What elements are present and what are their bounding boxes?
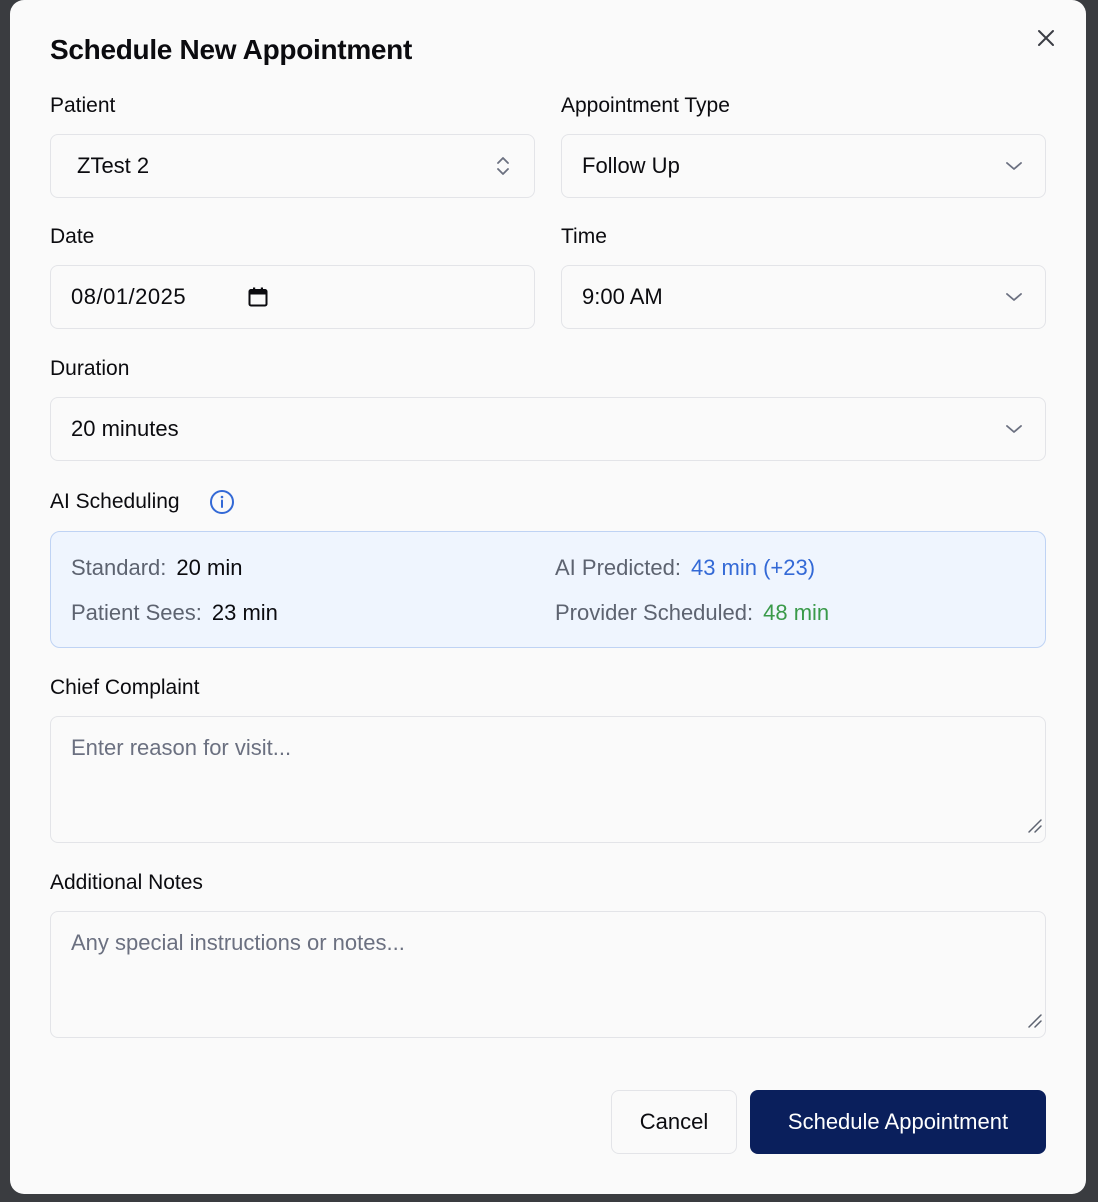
date-label: Date (50, 225, 95, 248)
close-button[interactable] (1032, 24, 1060, 52)
standard-duration: Standard: 20 min (71, 555, 242, 581)
additional-notes-placeholder: Any special instructions or notes... (71, 930, 405, 955)
close-icon (1038, 30, 1054, 46)
chief-complaint-label: Chief Complaint (50, 676, 200, 699)
chevron-up-down-icon (494, 154, 512, 178)
cancel-button[interactable]: Cancel (611, 1090, 737, 1154)
patient-select[interactable]: ZTest 2 (50, 134, 535, 198)
provider-scheduled-value: 48 min (763, 600, 830, 625)
date-input[interactable]: 08/01/2025 (50, 265, 535, 329)
date-value: 08/01/2025 (71, 284, 187, 309)
appointment-type-label: Appointment Type (561, 94, 730, 117)
time-select[interactable]: 9:00 AM (561, 265, 1046, 329)
schedule-appointment-button[interactable]: Schedule Appointment (750, 1090, 1046, 1154)
chevron-down-icon (1005, 423, 1023, 435)
chevron-down-icon (1005, 160, 1023, 172)
patient-sees-label: Patient Sees: (71, 600, 202, 625)
ai-predicted-label: AI Predicted: (555, 555, 681, 580)
provider-scheduled-duration: Provider Scheduled: 48 min (555, 600, 829, 626)
chief-complaint-textarea[interactable]: Enter reason for visit... (50, 716, 1046, 843)
dialog-title: Schedule New Appointment (50, 34, 413, 65)
appointment-type-select[interactable]: Follow Up (561, 134, 1046, 198)
patient-sees-duration: Patient Sees: 23 min (71, 600, 278, 626)
resize-handle-icon[interactable] (1025, 814, 1043, 840)
ai-predicted-value: 43 min (+23) (690, 555, 816, 580)
additional-notes-label: Additional Notes (50, 871, 203, 894)
patient-value: ZTest 2 (77, 153, 150, 178)
calendar-icon[interactable] (248, 287, 268, 307)
provider-scheduled-label: Provider Scheduled: (555, 600, 754, 625)
duration-value: 20 minutes (71, 416, 179, 441)
patient-sees-value: 23 min (211, 600, 278, 625)
ai-scheduling-label: AI Scheduling (50, 490, 180, 513)
duration-select[interactable]: 20 minutes (50, 397, 1046, 461)
chevron-down-icon (1005, 291, 1023, 303)
chief-complaint-placeholder: Enter reason for visit... (71, 735, 292, 760)
ai-predicted-duration: AI Predicted: 43 min (+23) (555, 555, 815, 581)
time-value: 9:00 AM (582, 284, 663, 309)
additional-notes-textarea[interactable]: Any special instructions or notes... (50, 911, 1046, 1038)
patient-label: Patient (50, 94, 116, 117)
backdrop-calendar-fragment (1084, 514, 1098, 574)
schedule-appointment-dialog: Schedule New Appointment Patient ZTest 2… (10, 0, 1086, 1194)
duration-label: Duration (50, 357, 130, 380)
ai-scheduling-panel: Standard: 20 min AI Predicted: 43 min (+23… (50, 531, 1046, 648)
time-label: Time (561, 225, 607, 248)
resize-handle-icon[interactable] (1025, 1009, 1043, 1035)
appointment-type-value: Follow Up (582, 153, 680, 178)
info-icon[interactable] (209, 489, 235, 515)
standard-label: Standard: (71, 555, 167, 580)
standard-value: 20 min (176, 555, 243, 580)
